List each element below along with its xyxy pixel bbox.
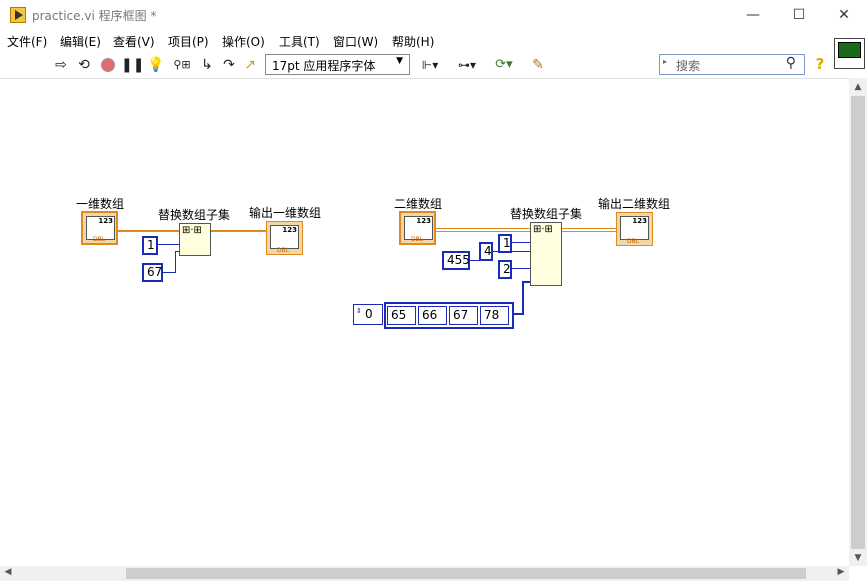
wire-1d-in [118, 230, 179, 232]
dbl-tag: DBL [627, 238, 640, 245]
array-element[interactable]: 65 [387, 306, 416, 325]
pause-icon[interactable]: ❚❚ [121, 55, 144, 75]
font-select[interactable]: 17pt 应用程序字体 ▼ [265, 54, 410, 75]
maximize-button[interactable]: ☐ [776, 0, 822, 30]
close-button[interactable]: ✕ [821, 0, 867, 30]
control-2d-array[interactable]: 123 DBL [399, 211, 436, 245]
align-icon[interactable]: ⊩▾ [417, 55, 443, 75]
dbl-tag: DBL [411, 236, 424, 243]
wire-2d-out-b [562, 231, 616, 232]
const-row-1[interactable]: 1 [498, 234, 512, 253]
const-index-1[interactable]: 1 [142, 236, 158, 255]
menu-bar: 文件(F) 编辑(E) 查看(V) 项目(P) 操作(O) 工具(T) 窗口(W… [0, 31, 867, 51]
search-placeholder: 搜索 [676, 59, 701, 73]
vertical-scroll-thumb[interactable] [851, 96, 865, 549]
search-icon[interactable]: ⚲ [786, 55, 796, 71]
scroll-left-icon[interactable]: ◀ [2, 567, 14, 577]
index-spinner-icon[interactable]: ⇕ [356, 307, 362, 315]
array-index-display[interactable]: ⇕ 0 [353, 304, 383, 325]
horizontal-scroll-thumb[interactable] [126, 568, 806, 579]
wire-array-v [522, 281, 524, 315]
window-title: practice.vi 程序框图 * [32, 9, 157, 23]
wire-455 [470, 260, 479, 261]
label-replace-subset-2: 替换数组子集 [510, 207, 583, 221]
wire-2d-in-b [436, 231, 530, 232]
array-element[interactable]: 67 [449, 306, 478, 325]
wire-row [512, 242, 530, 243]
scroll-right-icon[interactable]: ▶ [835, 567, 847, 577]
wire-value-v [175, 251, 176, 273]
run-continuously-icon[interactable]: ⟲ [75, 55, 93, 75]
chevron-down-icon: ▼ [396, 56, 403, 66]
indicator-output-2d[interactable]: 123 DBL [616, 212, 653, 246]
wire-2d-in-a [436, 228, 530, 229]
terminal-glyph: 123 [98, 217, 113, 225]
indicator-output-1d[interactable]: 123 DBL [266, 221, 303, 255]
label-output-2d: 输出二维数组 [598, 197, 671, 211]
menu-edit[interactable]: 编辑(E) [60, 33, 101, 50]
wire-1d-out [211, 230, 266, 232]
search-expand-icon: ▸ [663, 57, 668, 66]
wire-index [158, 244, 180, 245]
terminal-glyph: 123 [416, 217, 431, 225]
wire-array-h2 [522, 281, 530, 283]
wire-2d-out-a [562, 228, 616, 229]
dbl-tag: DBL [93, 236, 106, 243]
label-replace-subset-1: 替换数组子集 [158, 208, 231, 222]
retain-wire-values-icon[interactable]: ⚲⊞ [172, 55, 192, 75]
wire-value [163, 272, 175, 273]
label-output-1d: 输出一维数组 [249, 206, 322, 220]
menu-view[interactable]: 查看(V) [113, 33, 155, 50]
terminal-glyph: 123 [632, 217, 647, 225]
menu-operate[interactable]: 操作(O) [222, 33, 265, 50]
menu-file[interactable]: 文件(F) [7, 33, 47, 50]
array-index-value: 0 [365, 307, 373, 321]
step-out-icon[interactable]: ↗ [241, 55, 259, 75]
menu-help[interactable]: 帮助(H) [392, 33, 434, 50]
font-select-value: 17pt 应用程序字体 [272, 59, 376, 73]
labview-app-icon [10, 7, 26, 23]
cleanup-diagram-icon[interactable]: ✎ [527, 55, 549, 75]
menu-tools[interactable]: 工具(T) [279, 33, 320, 50]
menu-project[interactable]: 项目(P) [168, 33, 209, 50]
control-1d-array[interactable]: 123 DBL [81, 211, 118, 245]
const-col-2[interactable]: 2 [498, 260, 512, 279]
menu-window[interactable]: 窗口(W) [333, 33, 378, 50]
distribute-icon[interactable]: ⊶▾ [453, 55, 481, 75]
context-help-button[interactable]: ? [811, 55, 829, 75]
vi-icon[interactable] [834, 38, 865, 69]
label-2d-array: 二维数组 [394, 197, 443, 211]
wire-col [512, 268, 530, 269]
abort-icon[interactable] [99, 55, 117, 75]
search-input[interactable]: ▸ 搜索 ⚲ [659, 54, 805, 75]
reorder-icon[interactable]: ⟳▾ [490, 55, 518, 75]
scroll-down-icon[interactable]: ▼ [851, 553, 865, 563]
const-4[interactable]: 4 [479, 242, 493, 261]
minimize-button[interactable]: — [730, 0, 776, 30]
label-1d-array: 一维数组 [76, 197, 125, 211]
replace-array-subset-node-1[interactable]: ⊞·⊞ [179, 223, 211, 256]
const-value-67[interactable]: 67 [142, 263, 163, 282]
const-455[interactable]: 455 [442, 251, 470, 270]
run-arrow-icon[interactable]: ⇨ [53, 55, 69, 75]
replace-array-subset-node-2[interactable]: ⊞·⊞ [530, 222, 562, 286]
scroll-up-icon[interactable]: ▲ [851, 82, 865, 92]
wire-value-h [175, 251, 180, 252]
step-over-icon[interactable]: ↷ [220, 55, 238, 75]
dbl-tag: DBL [277, 247, 290, 254]
replace-subset-glyph: ⊞·⊞ [533, 224, 553, 235]
array-element[interactable]: 66 [418, 306, 447, 325]
array-element[interactable]: 78 [480, 306, 509, 325]
replace-subset-glyph: ⊞·⊞ [182, 225, 202, 236]
step-into-icon[interactable]: ↳ [198, 55, 216, 75]
highlight-execution-icon[interactable]: 💡 [147, 55, 165, 75]
terminal-glyph: 123 [282, 226, 297, 234]
